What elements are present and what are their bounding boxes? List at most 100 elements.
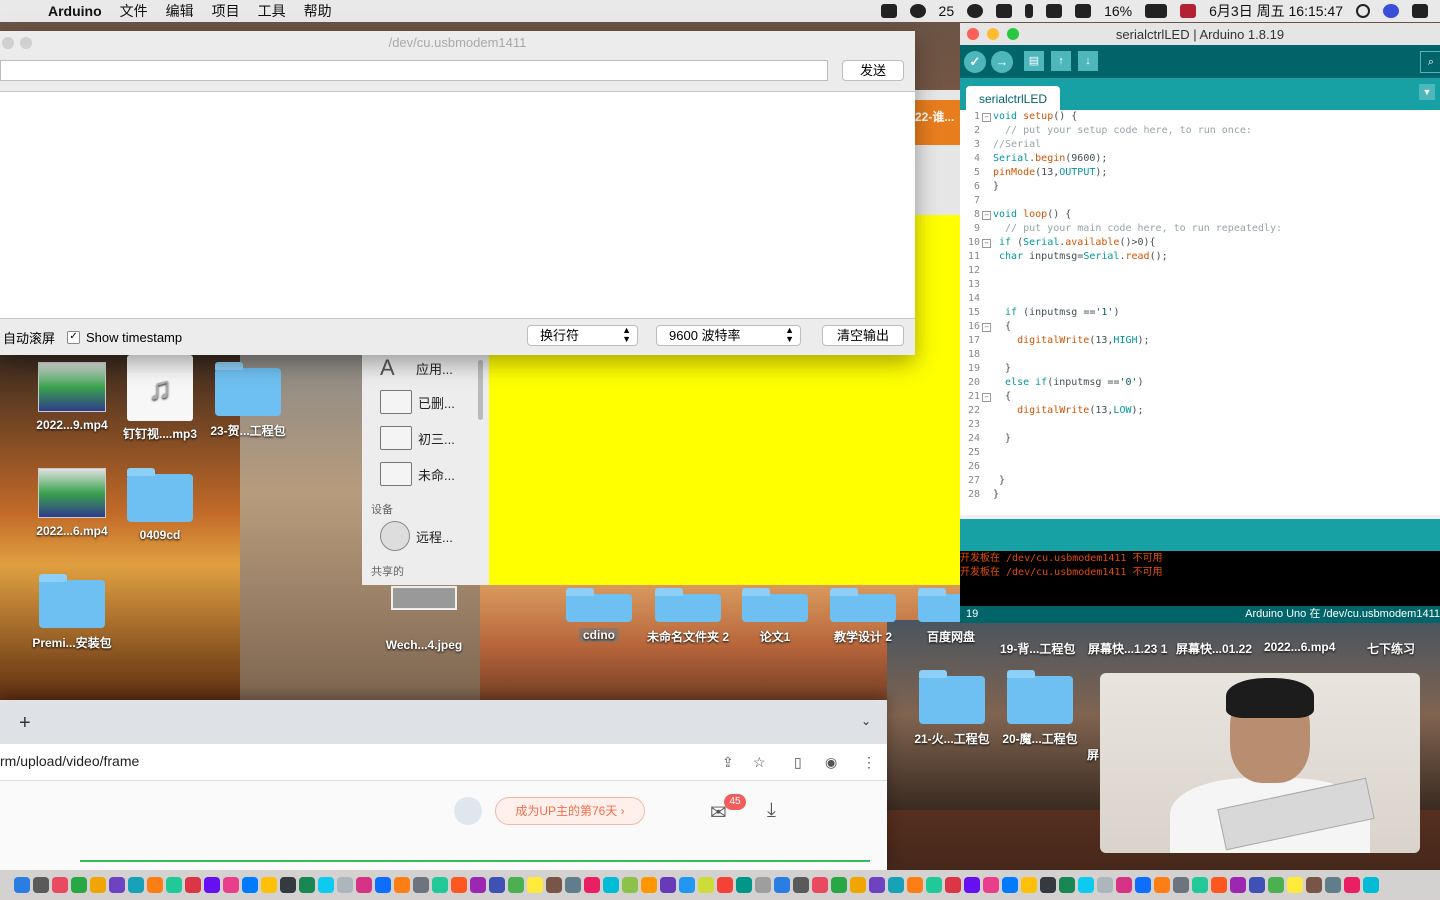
finder-scrollbar[interactable] bbox=[478, 360, 483, 420]
save-sketch-icon[interactable]: ↓ bbox=[1078, 51, 1098, 71]
finder-item-folder[interactable]: 初三... bbox=[380, 426, 455, 450]
dock-app-icon[interactable] bbox=[850, 877, 866, 893]
dock-app-icon[interactable] bbox=[812, 877, 828, 893]
dock-app-icon[interactable] bbox=[1287, 877, 1303, 893]
finder-item-folder[interactable]: 已删... bbox=[380, 390, 455, 414]
fold-toggle-icon[interactable]: − bbox=[982, 239, 991, 248]
dock-app-icon[interactable] bbox=[242, 877, 258, 893]
spotlight-search-icon[interactable] bbox=[1356, 4, 1370, 18]
dock-app-icon[interactable] bbox=[1097, 877, 1113, 893]
dock-app-icon[interactable] bbox=[1230, 877, 1246, 893]
dock-app-icon[interactable] bbox=[185, 877, 201, 893]
code-line[interactable]: 27 } bbox=[960, 474, 1440, 488]
dock-app-icon[interactable] bbox=[1154, 877, 1170, 893]
camera-icon[interactable] bbox=[880, 4, 897, 18]
battery-percent[interactable]: 16% bbox=[1104, 3, 1132, 19]
dock-app-icon[interactable] bbox=[945, 877, 961, 893]
code-line[interactable]: 16− { bbox=[960, 320, 1440, 334]
dock-app-icon[interactable] bbox=[1173, 877, 1189, 893]
code-line[interactable]: 6} bbox=[960, 180, 1440, 194]
dock-app-icon[interactable] bbox=[1363, 877, 1379, 893]
download-icon[interactable]: ⤓ bbox=[767, 799, 776, 822]
window-close-button[interactable] bbox=[2, 37, 14, 49]
dock-app-icon[interactable] bbox=[736, 877, 752, 893]
url-text[interactable]: rm/upload/video/frame bbox=[0, 753, 139, 769]
dock-app-icon[interactable] bbox=[261, 877, 277, 893]
serial-monitor-icon[interactable]: ⌕ bbox=[1420, 51, 1440, 73]
desktop-icon-screenshot[interactable]: 屏幕快...01.22 bbox=[1176, 640, 1252, 657]
dock-app-icon[interactable] bbox=[1249, 877, 1265, 893]
siri-icon[interactable] bbox=[1383, 4, 1399, 18]
dock-app-icon[interactable] bbox=[204, 877, 220, 893]
desktop-icon-folder[interactable]: 未命名文件夹 2 bbox=[646, 588, 730, 645]
code-line[interactable]: 26 bbox=[960, 460, 1440, 474]
send-button[interactable]: 发送 bbox=[842, 60, 904, 81]
dock-app-icon[interactable] bbox=[527, 877, 543, 893]
dock-app-icon[interactable] bbox=[698, 877, 714, 893]
desktop-icon-folder[interactable]: cdino bbox=[566, 588, 632, 642]
desktop-icon-video[interactable]: 2022...9.mp4 bbox=[32, 362, 112, 432]
menu-tools[interactable]: 工具 bbox=[258, 1, 286, 21]
dock-app-icon[interactable] bbox=[1116, 877, 1132, 893]
dock-app-icon[interactable] bbox=[774, 877, 790, 893]
code-line[interactable]: 18 bbox=[960, 348, 1440, 362]
dock-app-icon[interactable] bbox=[1021, 877, 1037, 893]
dock-app-icon[interactable] bbox=[1211, 877, 1227, 893]
notification-count[interactable]: 25 bbox=[939, 3, 955, 19]
code-line[interactable]: 8− void loop() { bbox=[960, 208, 1440, 222]
dock-app-icon[interactable] bbox=[603, 877, 619, 893]
side-panel-icon[interactable]: ▯ bbox=[794, 754, 802, 771]
desktop-icon-folder[interactable]: 21-火...工程包 bbox=[912, 670, 992, 747]
dock-app-icon[interactable] bbox=[394, 877, 410, 893]
window-minimize-button[interactable] bbox=[20, 37, 32, 49]
fold-toggle-icon[interactable]: − bbox=[982, 393, 991, 402]
code-line[interactable]: 21− { bbox=[960, 390, 1440, 404]
dock-app-icon[interactable] bbox=[1192, 877, 1208, 893]
dock-app-icon[interactable] bbox=[489, 877, 505, 893]
code-line[interactable]: 12 bbox=[960, 264, 1440, 278]
dock-app-icon[interactable] bbox=[831, 877, 847, 893]
ide-console[interactable]: 开发板在 /dev/cu.usbmodem1411 不可用 开发板在 /dev/… bbox=[960, 551, 1440, 606]
code-line[interactable]: 10− if (Serial.available()>0){ bbox=[960, 236, 1440, 250]
user-avatar[interactable] bbox=[454, 797, 482, 825]
input-source-flag-icon[interactable] bbox=[1180, 4, 1197, 18]
dock-app-icon[interactable] bbox=[1040, 877, 1056, 893]
desktop-icon-screenshot[interactable]: 屏幕快...1.23 1 bbox=[1088, 640, 1167, 657]
dock-app-icon[interactable] bbox=[318, 877, 334, 893]
dock-app-icon[interactable] bbox=[584, 877, 600, 893]
dock-app-icon[interactable] bbox=[1059, 877, 1075, 893]
code-line[interactable]: 3 //Serial bbox=[960, 138, 1440, 152]
window-minimize-button[interactable] bbox=[987, 28, 999, 40]
serial-output-area[interactable] bbox=[0, 91, 915, 319]
dock-app-icon[interactable] bbox=[470, 877, 486, 893]
tab-search-icon[interactable]: ⌄ bbox=[861, 714, 871, 728]
code-line[interactable]: 9 // put your main code here, to run rep… bbox=[960, 222, 1440, 236]
dock-app-icon[interactable] bbox=[717, 877, 733, 893]
dock-app-icon[interactable] bbox=[565, 877, 581, 893]
dock-app-icon[interactable] bbox=[926, 877, 942, 893]
baud-rate-select[interactable]: 9600 波特率 ▲ ▼ bbox=[656, 325, 801, 346]
code-line[interactable]: 19 } bbox=[960, 362, 1440, 376]
dock-app-icon[interactable] bbox=[14, 877, 30, 893]
code-line[interactable]: 7 bbox=[960, 194, 1440, 208]
code-line[interactable]: 13 bbox=[960, 278, 1440, 292]
webcam-overlay[interactable] bbox=[1100, 673, 1420, 853]
desktop-icon-video[interactable]: 2022...6.mp4 bbox=[1264, 640, 1335, 654]
dock-app-icon[interactable] bbox=[1135, 877, 1151, 893]
dock-app-icon[interactable] bbox=[869, 877, 885, 893]
code-line[interactable]: 22 digitalWrite(13,LOW); bbox=[960, 404, 1440, 418]
upload-icon[interactable]: → bbox=[991, 51, 1013, 73]
dock-app-icon[interactable] bbox=[1306, 877, 1322, 893]
dock-app-icon[interactable] bbox=[1002, 877, 1018, 893]
finder-item-folder[interactable]: 未命... bbox=[380, 462, 455, 486]
status-app-icon[interactable] bbox=[967, 4, 984, 18]
code-line[interactable]: 11 char inputmsg=Serial.read(); bbox=[960, 250, 1440, 264]
dock-app-icon[interactable] bbox=[109, 877, 125, 893]
dock-app-icon[interactable] bbox=[451, 877, 467, 893]
menu-edit[interactable]: 编辑 bbox=[166, 1, 194, 21]
code-line[interactable]: 17 digitalWrite(13,HIGH); bbox=[960, 334, 1440, 348]
wifi-icon[interactable] bbox=[1046, 4, 1063, 18]
code-line[interactable]: 15 if (inputmsg =='1') bbox=[960, 306, 1440, 320]
desktop-icon-screenshot[interactable]: 屏 bbox=[1087, 746, 1099, 763]
code-line[interactable]: 25 bbox=[960, 446, 1440, 460]
